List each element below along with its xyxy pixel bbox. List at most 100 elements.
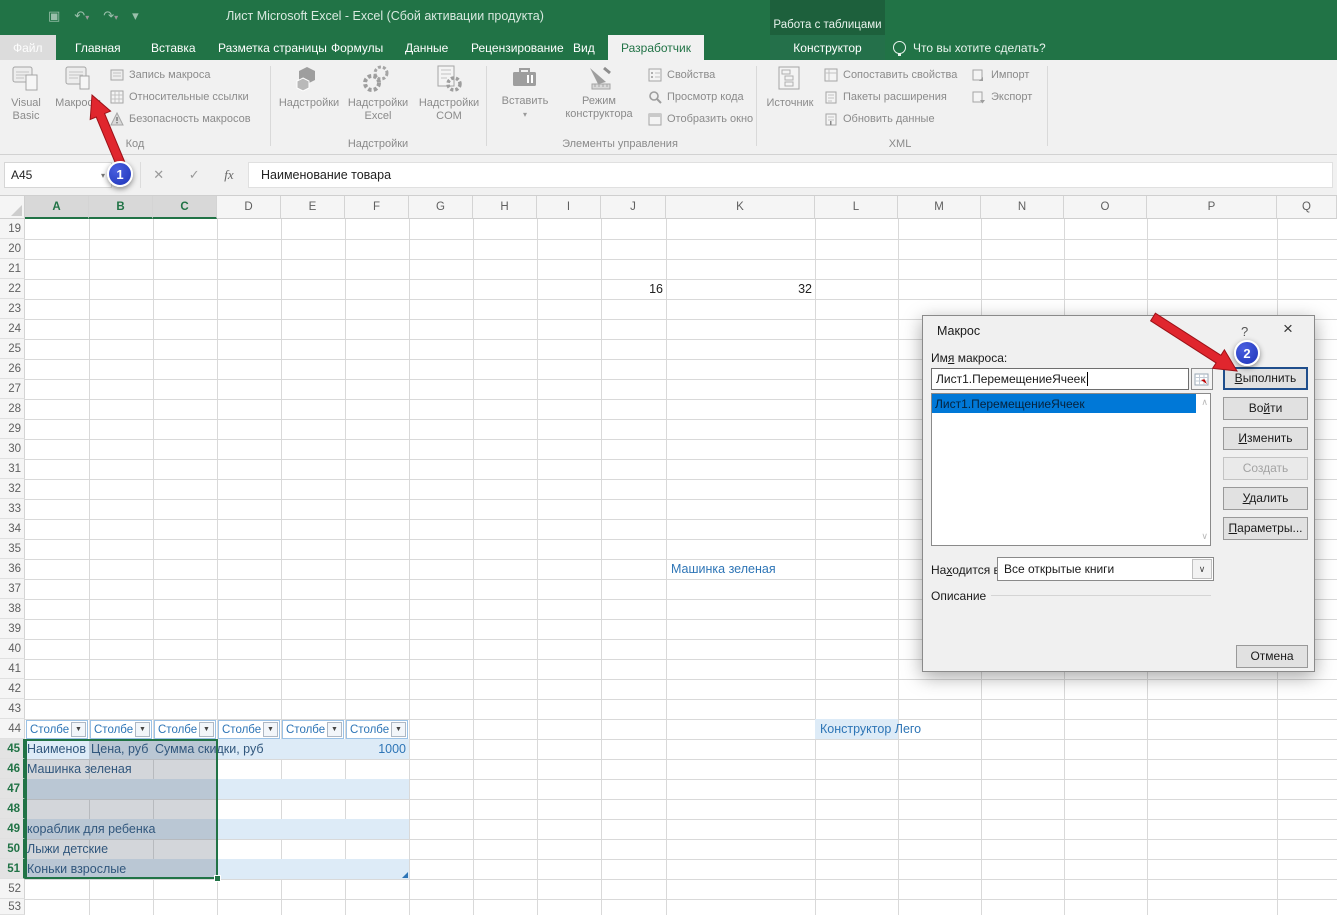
row-header-21[interactable]: 21 [0, 259, 25, 279]
row-header-20[interactable]: 20 [0, 239, 25, 259]
row-header-28[interactable]: 28 [0, 399, 25, 419]
row-header-32[interactable]: 32 [0, 479, 25, 499]
column-header-H[interactable]: H [473, 196, 537, 219]
row-header-39[interactable]: 39 [0, 619, 25, 639]
row-header-51[interactable]: 51 [0, 859, 25, 879]
row-header-34[interactable]: 34 [0, 519, 25, 539]
row-header-37[interactable]: 37 [0, 579, 25, 599]
column-header-M[interactable]: M [898, 196, 981, 219]
row-header-19[interactable]: 19 [0, 219, 25, 239]
filter-dropdown-icon[interactable]: ▼ [327, 722, 342, 737]
tab-data[interactable]: Данные [392, 35, 461, 60]
macro-list[interactable]: Лист1.ПеремещениеЯчеек ∧ ∨ [931, 393, 1211, 546]
cancel-button[interactable]: Отмена [1236, 645, 1308, 668]
export-button[interactable]: Экспорт [972, 88, 1032, 106]
column-header-P[interactable]: P [1147, 196, 1277, 219]
column-header-N[interactable]: N [981, 196, 1064, 219]
enter-entry-icon[interactable]: ✓ [189, 167, 200, 183]
macros-button[interactable]: Макросы [52, 64, 104, 134]
name-box-dropdown-icon[interactable]: ▾ [101, 171, 105, 180]
location-select[interactable]: Все открытые книги ∨ [997, 557, 1214, 581]
row-header-22[interactable]: 22 [0, 279, 25, 299]
addins-button[interactable]: Надстройки [278, 64, 340, 134]
view-code-button[interactable]: Просмотр кода [648, 88, 744, 106]
cell-K22[interactable]: 32 [666, 282, 812, 296]
row-header-36[interactable]: 36 [0, 559, 25, 579]
tab-view[interactable]: Вид [560, 35, 608, 60]
column-header-B[interactable]: B [89, 196, 153, 219]
expansion-packs-button[interactable]: Пакеты расширения [824, 88, 947, 106]
row-header-33[interactable]: 33 [0, 499, 25, 519]
row-header-24[interactable]: 24 [0, 319, 25, 339]
row-header-31[interactable]: 31 [0, 459, 25, 479]
tab-table-design[interactable]: Конструктор [770, 35, 885, 60]
column-header-J[interactable]: J [601, 196, 666, 219]
source-button[interactable]: Источник [762, 64, 818, 134]
column-header-I[interactable]: I [537, 196, 601, 219]
tab-formulas[interactable]: Формулы [318, 35, 396, 60]
properties-button[interactable]: Свойства [648, 66, 715, 84]
com-addins-button[interactable]: Надстройки COM [416, 64, 482, 134]
delete-button[interactable]: Удалить [1223, 487, 1308, 510]
formula-input[interactable]: Наименование товара [248, 162, 1333, 188]
tab-file[interactable]: Файл [0, 35, 56, 60]
column-header-K[interactable]: K [666, 196, 815, 219]
relative-references-button[interactable]: Относительные ссылки [110, 88, 249, 106]
row-header-40[interactable]: 40 [0, 639, 25, 659]
tab-home[interactable]: Главная [62, 35, 134, 60]
record-macro-button[interactable]: Запись макроса [110, 66, 211, 84]
row-header-26[interactable]: 26 [0, 359, 25, 379]
visual-basic-button[interactable]: Visual Basic [4, 64, 48, 134]
column-header-G[interactable]: G [409, 196, 473, 219]
import-button[interactable]: Импорт [972, 66, 1029, 84]
row-header-45[interactable]: 45 [0, 739, 25, 759]
cell-F45[interactable]: 1000 [345, 742, 406, 756]
row-header-52[interactable]: 52 [0, 879, 25, 899]
scroll-up-icon[interactable]: ∧ [1201, 397, 1208, 408]
table-filter-header[interactable]: Столбе ▼ [26, 720, 88, 739]
table-filter-header[interactable]: Столбе ▼ [90, 720, 152, 739]
insert-controls-button[interactable]: Вставить ▾ [496, 64, 554, 134]
edit-button[interactable]: Изменить [1223, 427, 1308, 450]
table-filter-header[interactable]: Столбе ▼ [346, 720, 408, 739]
row-header-47[interactable]: 47 [0, 779, 25, 799]
cell-J22[interactable]: 16 [601, 282, 663, 296]
row-header-50[interactable]: 50 [0, 839, 25, 859]
row-header-35[interactable]: 35 [0, 539, 25, 559]
filter-dropdown-icon[interactable]: ▼ [199, 722, 214, 737]
row-header-29[interactable]: 29 [0, 419, 25, 439]
row-header-43[interactable]: 43 [0, 699, 25, 719]
map-properties-button[interactable]: Сопоставить свойства [824, 66, 957, 84]
tab-developer[interactable]: Разработчик [608, 35, 704, 60]
insert-function-icon[interactable]: fx [224, 167, 233, 183]
name-box[interactable]: A45 ▾ [4, 162, 112, 188]
row-header-48[interactable]: 48 [0, 799, 25, 819]
table-filter-header[interactable]: Столбе ▼ [218, 720, 280, 739]
table-filter-header[interactable]: Столбе ▼ [154, 720, 216, 739]
show-window-button[interactable]: Отобразить окно [648, 110, 753, 128]
refedit-button[interactable] [1191, 368, 1213, 390]
cancel-entry-icon[interactable]: ✕ [153, 167, 164, 183]
table-filter-header[interactable]: Столбе ▼ [282, 720, 344, 739]
step-into-button[interactable]: Войти [1223, 397, 1308, 420]
help-icon[interactable]: ? [1241, 324, 1248, 339]
macro-security-button[interactable]: Безопасность макросов [110, 110, 251, 128]
column-header-F[interactable]: F [345, 196, 409, 219]
scroll-down-icon[interactable]: ∨ [1201, 531, 1208, 542]
row-header-38[interactable]: 38 [0, 599, 25, 619]
row-header-25[interactable]: 25 [0, 339, 25, 359]
filter-dropdown-icon[interactable]: ▼ [263, 722, 278, 737]
column-header-Q[interactable]: Q [1277, 196, 1337, 219]
filter-dropdown-icon[interactable]: ▼ [391, 722, 406, 737]
table-resize-handle[interactable] [402, 872, 408, 878]
row-header-46[interactable]: 46 [0, 759, 25, 779]
column-header-E[interactable]: E [281, 196, 345, 219]
column-header-A[interactable]: A [25, 196, 89, 219]
tab-insert[interactable]: Вставка [138, 35, 209, 60]
row-header-53[interactable]: 53 [0, 899, 25, 915]
fill-handle[interactable] [214, 875, 221, 882]
select-all-corner[interactable] [0, 196, 25, 219]
tell-me-box[interactable]: Что вы хотите сделать? [893, 35, 1046, 60]
tab-review[interactable]: Рецензирование [458, 35, 577, 60]
column-header-D[interactable]: D [217, 196, 281, 219]
